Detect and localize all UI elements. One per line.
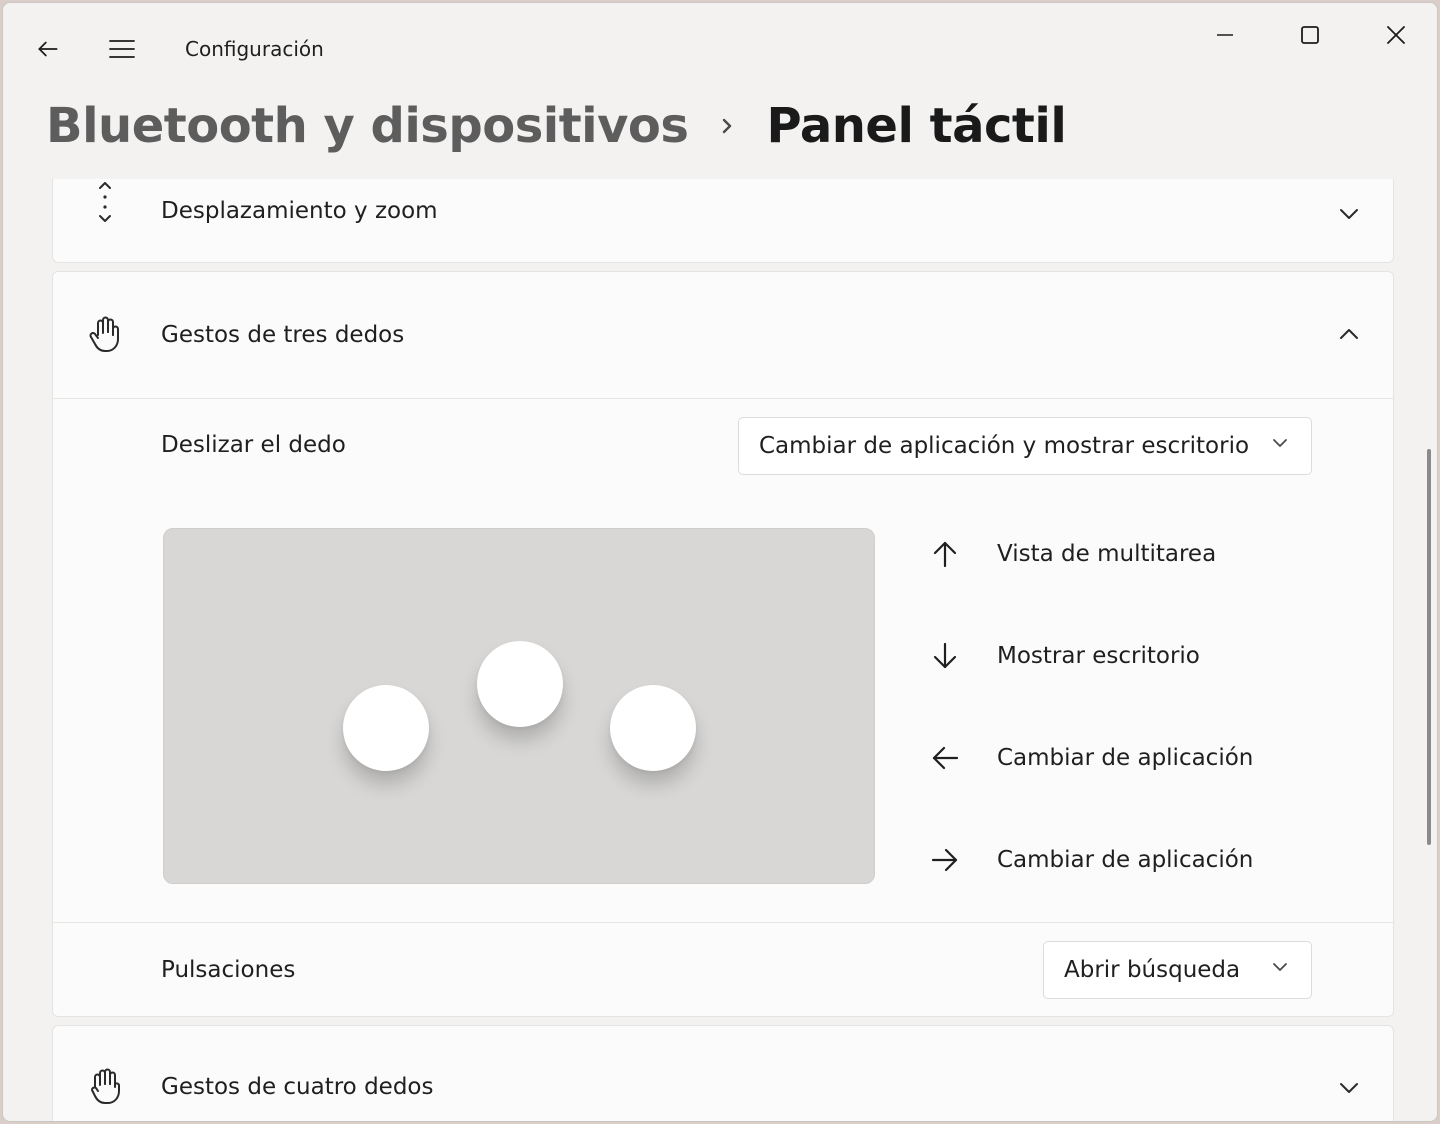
finger-dot bbox=[477, 641, 563, 727]
gesture-item: Vista de multitarea bbox=[923, 534, 1363, 574]
arrow-up-icon bbox=[927, 536, 963, 572]
scroll-icon bbox=[87, 182, 123, 222]
four-finger-section[interactable]: Gestos de cuatro dedos bbox=[52, 1025, 1394, 1121]
breadcrumb-parent[interactable]: Bluetooth y dispositivos bbox=[46, 98, 689, 154]
swipe-label: Deslizar el dedo bbox=[161, 432, 346, 458]
swipe-dropdown[interactable]: Cambiar de aplicación y mostrar escritor… bbox=[738, 417, 1312, 475]
gesture-item: Mostrar escritorio bbox=[923, 636, 1363, 676]
chevron-down-icon bbox=[1271, 960, 1289, 974]
touchpad-illustration bbox=[163, 528, 875, 884]
scroll-zoom-header[interactable]: Desplazamiento y zoom bbox=[53, 179, 1393, 264]
hamburger-icon bbox=[109, 40, 135, 58]
breadcrumb: Bluetooth y dispositivos Panel táctil bbox=[46, 91, 1067, 161]
title-bar: Configuración bbox=[3, 3, 1437, 95]
three-finger-header[interactable]: Gestos de tres dedos bbox=[53, 272, 1393, 398]
gesture-label: Cambiar de aplicación bbox=[997, 847, 1254, 873]
gesture-label: Mostrar escritorio bbox=[997, 643, 1200, 669]
finger-dot bbox=[610, 685, 696, 771]
scroll-zoom-section[interactable]: Desplazamiento y zoom bbox=[52, 179, 1394, 263]
back-button[interactable] bbox=[30, 31, 66, 67]
close-icon bbox=[1387, 26, 1405, 44]
chevron-right-icon bbox=[718, 115, 736, 137]
settings-window: Configuración Bluetooth y dispositivos P… bbox=[2, 2, 1438, 1122]
gesture-item: Cambiar de aplicación bbox=[923, 738, 1363, 778]
scroll-zoom-label: Desplazamiento y zoom bbox=[161, 198, 438, 224]
maximize-icon bbox=[1301, 26, 1319, 44]
four-finger-label: Gestos de cuatro dedos bbox=[161, 1074, 434, 1100]
page-title: Panel táctil bbox=[766, 98, 1067, 154]
gesture-item: Cambiar de aplicación bbox=[923, 840, 1363, 880]
arrow-back-icon bbox=[38, 41, 58, 57]
three-finger-section: Gestos de tres dedos Deslizar el dedo Ca… bbox=[52, 271, 1394, 1017]
maximize-button[interactable] bbox=[1287, 17, 1333, 53]
close-button[interactable] bbox=[1373, 17, 1419, 53]
divider bbox=[53, 398, 1393, 399]
arrow-down-icon bbox=[927, 638, 963, 674]
chevron-down-icon[interactable] bbox=[1333, 1072, 1365, 1104]
four-finger-header[interactable]: Gestos de cuatro dedos bbox=[53, 1026, 1393, 1121]
menu-button[interactable] bbox=[104, 31, 140, 67]
gesture-label: Vista de multitarea bbox=[997, 541, 1217, 567]
settings-content: Desplazamiento y zoom Gestos de tres ded… bbox=[3, 179, 1437, 1121]
minimize-button[interactable] bbox=[1202, 17, 1248, 53]
scrollbar-thumb[interactable] bbox=[1427, 449, 1431, 845]
taps-dropdown-value: Abrir búsqueda bbox=[1064, 957, 1241, 983]
arrow-right-icon bbox=[927, 842, 963, 878]
chevron-down-icon bbox=[1271, 436, 1289, 450]
hand-icon bbox=[87, 316, 123, 353]
divider bbox=[53, 922, 1393, 923]
three-finger-label: Gestos de tres dedos bbox=[161, 322, 405, 348]
hand-icon bbox=[87, 1068, 123, 1105]
swipe-dropdown-value: Cambiar de aplicación y mostrar escritor… bbox=[759, 433, 1250, 459]
chevron-up-icon[interactable] bbox=[1333, 318, 1365, 350]
taps-dropdown[interactable]: Abrir búsqueda bbox=[1043, 941, 1312, 999]
gesture-label: Cambiar de aplicación bbox=[997, 745, 1254, 771]
taps-label: Pulsaciones bbox=[161, 957, 296, 983]
minimize-icon bbox=[1217, 34, 1233, 36]
app-title: Configuración bbox=[185, 37, 324, 61]
chevron-down-icon[interactable] bbox=[1333, 198, 1365, 230]
finger-dot bbox=[343, 685, 429, 771]
arrow-left-icon bbox=[927, 740, 963, 776]
